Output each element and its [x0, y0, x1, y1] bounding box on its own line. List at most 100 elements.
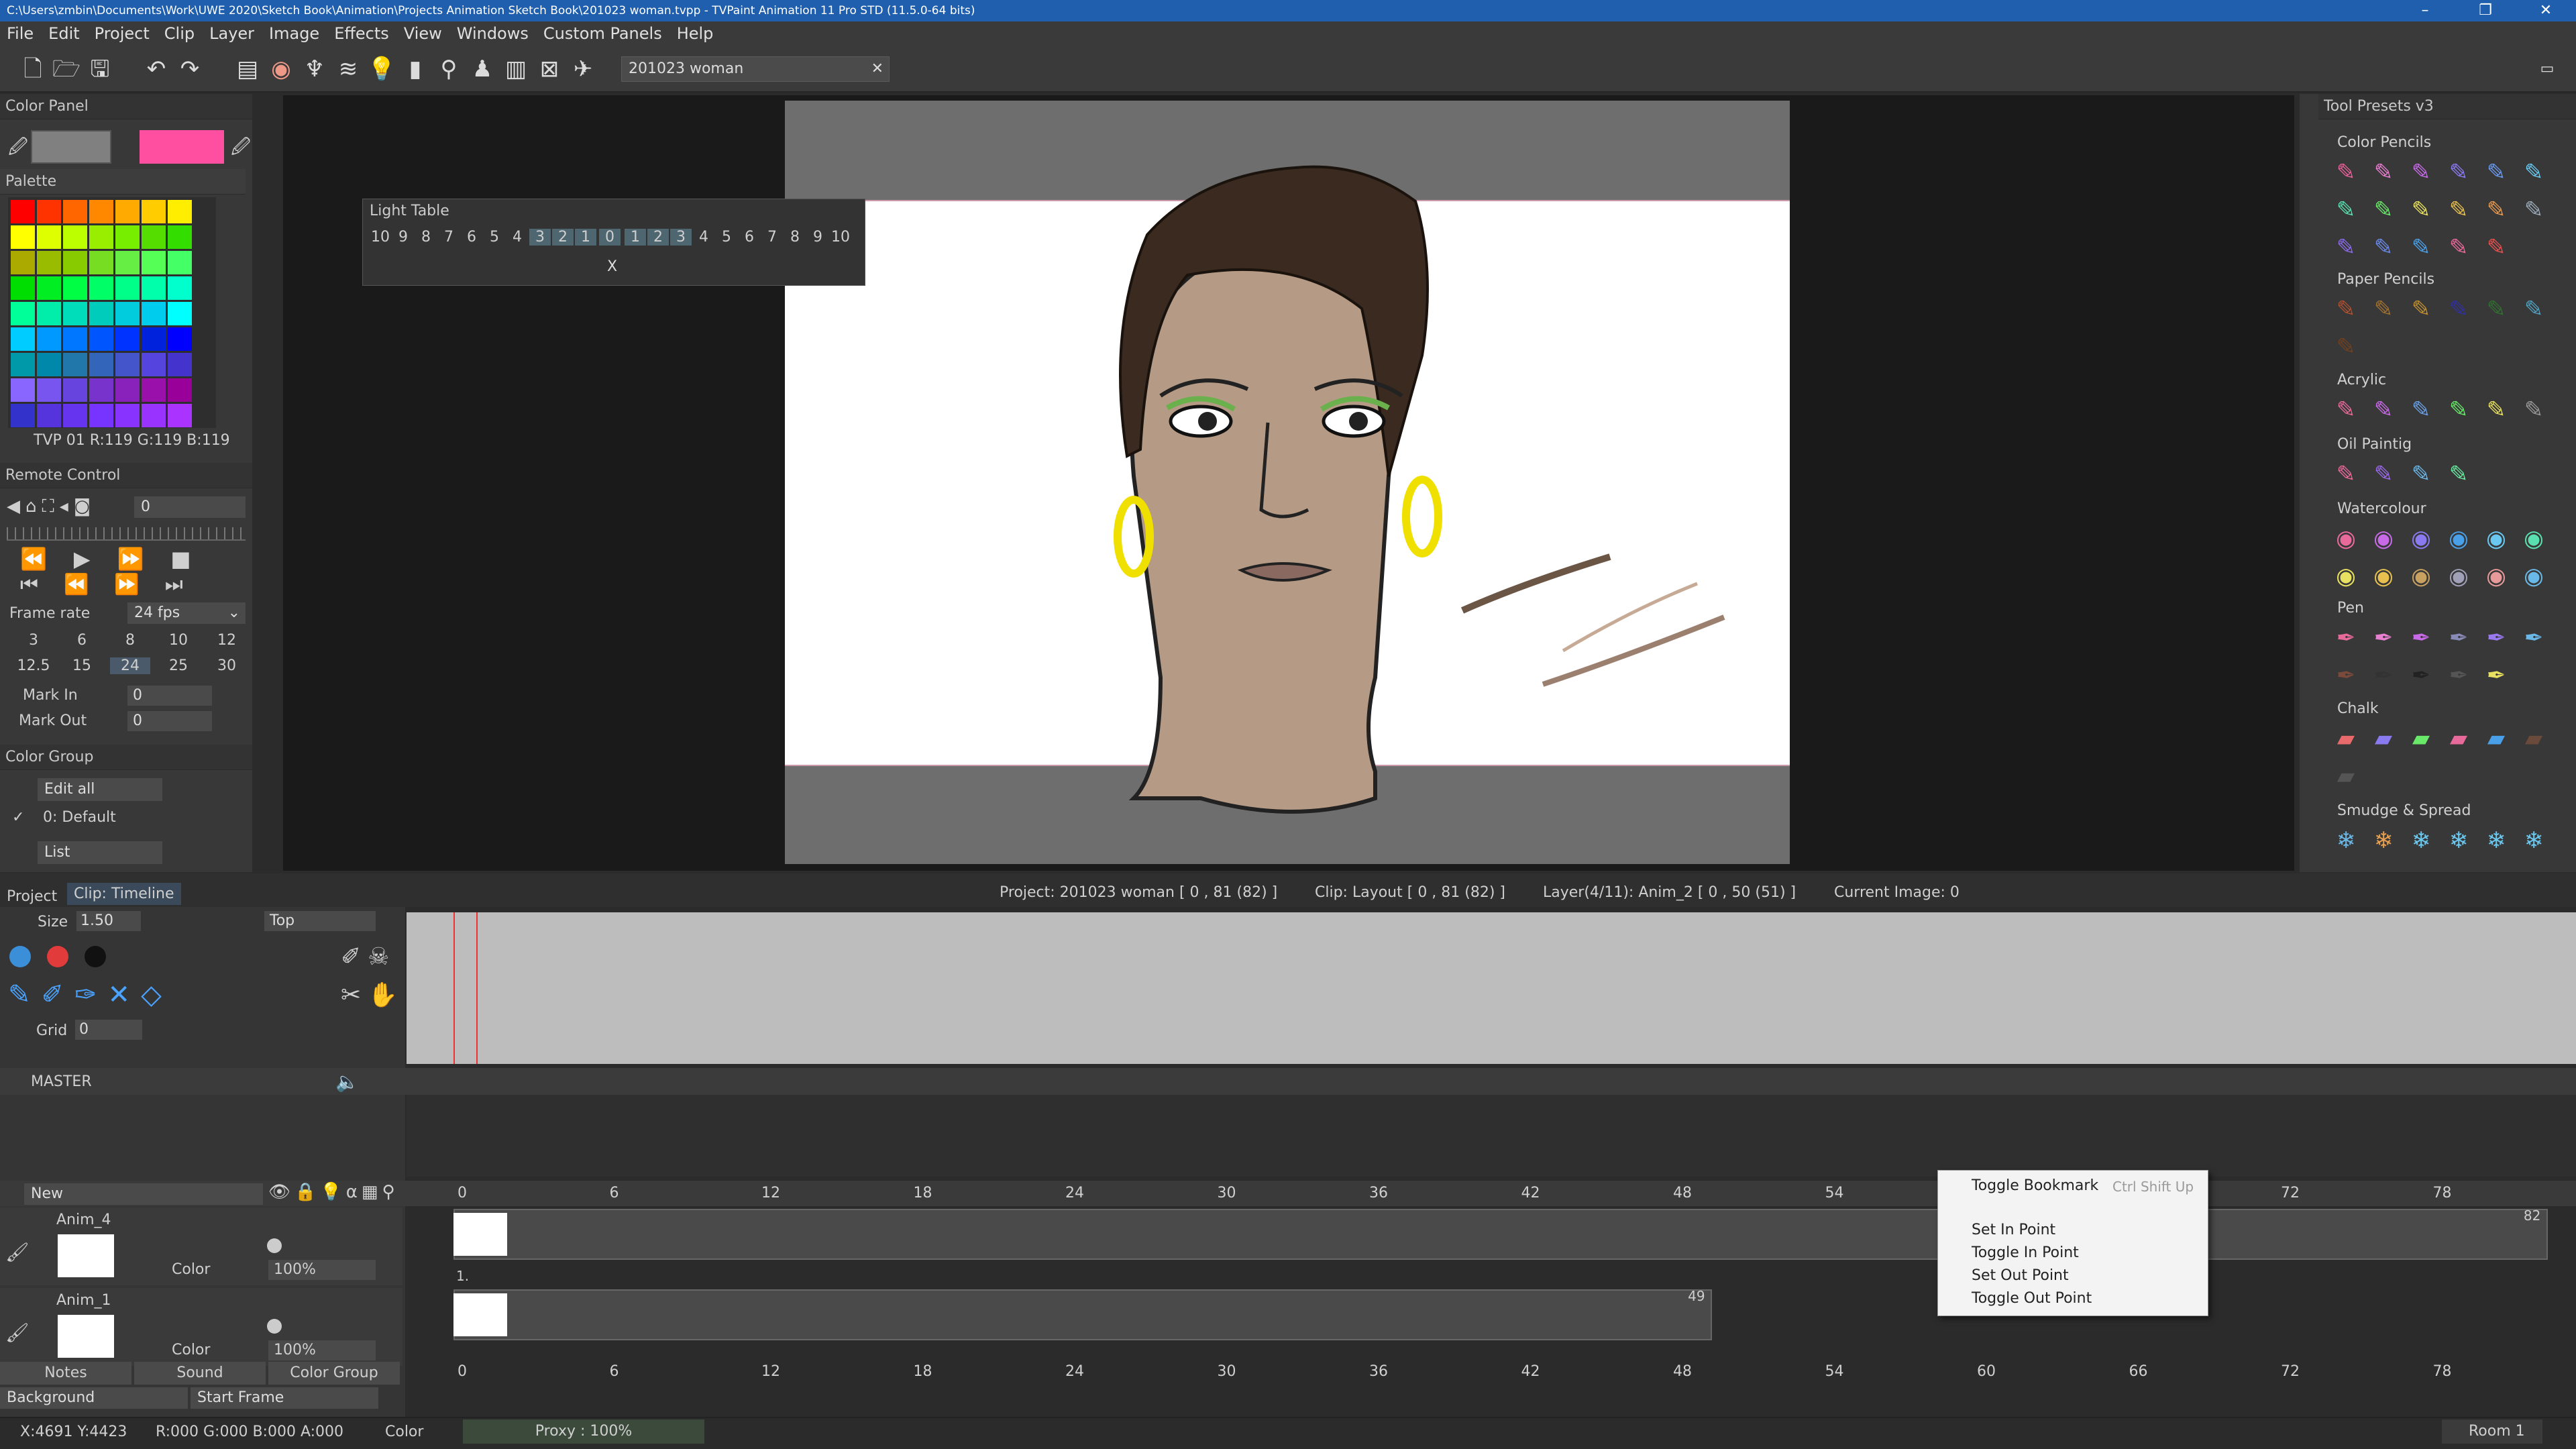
tool-preset-icon[interactable]: ✎ [2443, 459, 2474, 490]
light-table-frame-left[interactable]: 7 [438, 229, 460, 246]
light-table-frame-left[interactable]: 3 [529, 229, 551, 246]
palette-swatch[interactable] [37, 378, 61, 402]
tool-preset-icon[interactable]: ◉ [2518, 561, 2549, 592]
edit-all-select[interactable]: Edit all [38, 778, 162, 801]
menu-set-out-point[interactable]: Set Out Point [1972, 1267, 2069, 1284]
palette-swatch[interactable] [89, 327, 113, 351]
light-table-frame-right[interactable]: 9 [807, 229, 828, 246]
light-table-x[interactable]: X [607, 258, 617, 275]
palette-swatch[interactable] [168, 353, 192, 376]
tool-preset-icon[interactable]: ✎ [2518, 294, 2549, 325]
palette-swatch[interactable] [11, 251, 35, 274]
palette-swatch[interactable] [115, 251, 140, 274]
ruler-frame-number[interactable]: 18 [914, 1185, 932, 1201]
ruler-icon[interactable]: ▮ [400, 54, 431, 85]
layer-visibility-dot[interactable] [267, 1319, 282, 1334]
palette-swatch[interactable] [115, 327, 140, 351]
tool-preset-icon[interactable]: ❄ [2406, 825, 2436, 856]
palette-swatch[interactable] [168, 276, 192, 300]
tool-preset-icon[interactable]: ❄ [2443, 825, 2474, 856]
black-dot-icon[interactable] [85, 946, 106, 967]
clear-field-icon[interactable]: ✕ [871, 57, 883, 81]
layer-brush-icon[interactable]: 🖌 [5, 1322, 30, 1344]
tool-preset-icon[interactable]: ✎ [2406, 294, 2436, 325]
tool-preset-icon[interactable]: ▰ [2330, 723, 2361, 754]
palette-swatch[interactable] [142, 378, 166, 402]
palette-swatch[interactable] [115, 225, 140, 249]
mark-in-field[interactable]: 0 [127, 686, 212, 706]
ruler-frame-number[interactable]: 0 [458, 1185, 467, 1201]
palette-swatch[interactable] [11, 353, 35, 376]
tool-preset-icon[interactable]: ✎ [2443, 294, 2474, 325]
default-group[interactable]: 0: Default [43, 809, 116, 826]
light-table-icon[interactable]: ▤ [232, 54, 263, 85]
preset-section-paper-pencils[interactable]: Paper Pencils [2337, 271, 2434, 288]
mark-out-field[interactable]: 0 [127, 711, 212, 731]
palette-swatch[interactable] [142, 225, 166, 249]
palette-swatch[interactable] [168, 327, 192, 351]
status-proxy[interactable]: Proxy : 100% [463, 1419, 704, 1444]
preset-section-smudge-spread[interactable]: Smudge & Spread [2337, 802, 2471, 819]
tab-clip-timeline[interactable]: Clip: Timeline [67, 883, 181, 905]
light-table-frame-right[interactable]: 7 [761, 229, 783, 246]
palette-swatch[interactable] [89, 378, 113, 402]
palette-swatch[interactable] [37, 302, 61, 325]
exposure-icon[interactable]: ▥ [500, 54, 531, 85]
tool-preset-icon[interactable]: ✒ [2481, 660, 2512, 691]
palette-swatch[interactable] [89, 225, 113, 249]
ruler-frame-number[interactable]: 24 [1065, 1363, 1084, 1380]
tool-preset-icon[interactable]: ✎ [2406, 157, 2436, 188]
tool-preset-icon[interactable]: ✎ [2518, 195, 2549, 225]
palette-swatch[interactable] [63, 200, 87, 223]
layer-blend-mode[interactable]: Color [172, 1342, 210, 1358]
palette-swatch[interactable] [37, 225, 61, 249]
palette-swatch[interactable] [115, 353, 140, 376]
palette-swatch[interactable] [11, 378, 35, 402]
menu-toggle-bookmark[interactable]: Toggle Bookmark [1972, 1177, 2098, 1194]
light-table-frame-right[interactable]: 3 [670, 229, 692, 246]
palette-swatch[interactable] [142, 353, 166, 376]
ruler-frame-number[interactable]: 0 [458, 1363, 467, 1380]
magnifier-icon[interactable]: ⚲ [433, 54, 464, 85]
preset-section-pen[interactable]: Pen [2337, 600, 2364, 616]
tool-preset-icon[interactable]: ◉ [2443, 561, 2474, 592]
lightbulb-icon[interactable]: 💡 [366, 54, 397, 85]
tool-preset-icon[interactable]: ✎ [2330, 331, 2361, 362]
light-table-frame-right[interactable]: 6 [739, 229, 760, 246]
layer-blend-mode[interactable]: Color [172, 1261, 210, 1278]
layer-visibility-dot[interactable] [267, 1238, 282, 1253]
light-table-frame-left[interactable]: 5 [484, 229, 505, 246]
preset-section-watercolour[interactable]: Watercolour [2337, 500, 2426, 517]
ruler-frame-number[interactable]: 30 [1218, 1363, 1236, 1380]
tool-preset-icon[interactable]: ◉ [2368, 561, 2399, 592]
ruler-frame-number[interactable]: 54 [1825, 1185, 1844, 1201]
ruler-frame-number[interactable]: 6 [610, 1363, 619, 1380]
layer-header-icons[interactable]: 👁🔒💡α▦⚲ [268, 1182, 399, 1202]
light-table-frame-right[interactable]: 10 [830, 229, 851, 246]
bottom-tab-sound[interactable]: Sound [134, 1362, 266, 1385]
tool-preset-icon[interactable]: ✎ [2406, 459, 2436, 490]
top-select[interactable]: Top [264, 911, 376, 931]
tool-preset-icon[interactable]: ◉ [2481, 561, 2512, 592]
timeline-brush-tools[interactable]: ✎✐✑✕◇ [8, 979, 172, 1010]
light-table-frame-right[interactable]: 8 [784, 229, 806, 246]
tool-preset-icon[interactable]: ✒ [2368, 660, 2399, 691]
tool-preset-icon[interactable]: ✎ [2443, 232, 2474, 263]
ruler-frame-number[interactable]: 6 [610, 1185, 619, 1201]
secondary-color-swatch[interactable] [140, 130, 224, 164]
tool-preset-icon[interactable]: ✒ [2518, 623, 2549, 653]
layer-opacity[interactable]: 100% [268, 1260, 376, 1280]
grid-field[interactable]: 0 [75, 1020, 142, 1040]
frame-rate-option[interactable]: 24 [110, 657, 150, 674]
tool-preset-icon[interactable]: ▰ [2406, 723, 2436, 754]
frame-rate-option[interactable]: 10 [158, 632, 199, 649]
tool-preset-icon[interactable]: ✒ [2406, 660, 2436, 691]
tool-preset-icon[interactable]: ◉ [2406, 561, 2436, 592]
ruler-frame-number[interactable]: 78 [2433, 1363, 2452, 1380]
tool-preset-icon[interactable]: ✎ [2406, 195, 2436, 225]
palette-swatch[interactable] [11, 327, 35, 351]
tool-preset-icon[interactable]: ◉ [2518, 523, 2549, 554]
layers-icon[interactable]: ≋ [333, 54, 364, 85]
palette-swatch[interactable] [11, 225, 35, 249]
tool-preset-icon[interactable]: ✎ [2443, 195, 2474, 225]
